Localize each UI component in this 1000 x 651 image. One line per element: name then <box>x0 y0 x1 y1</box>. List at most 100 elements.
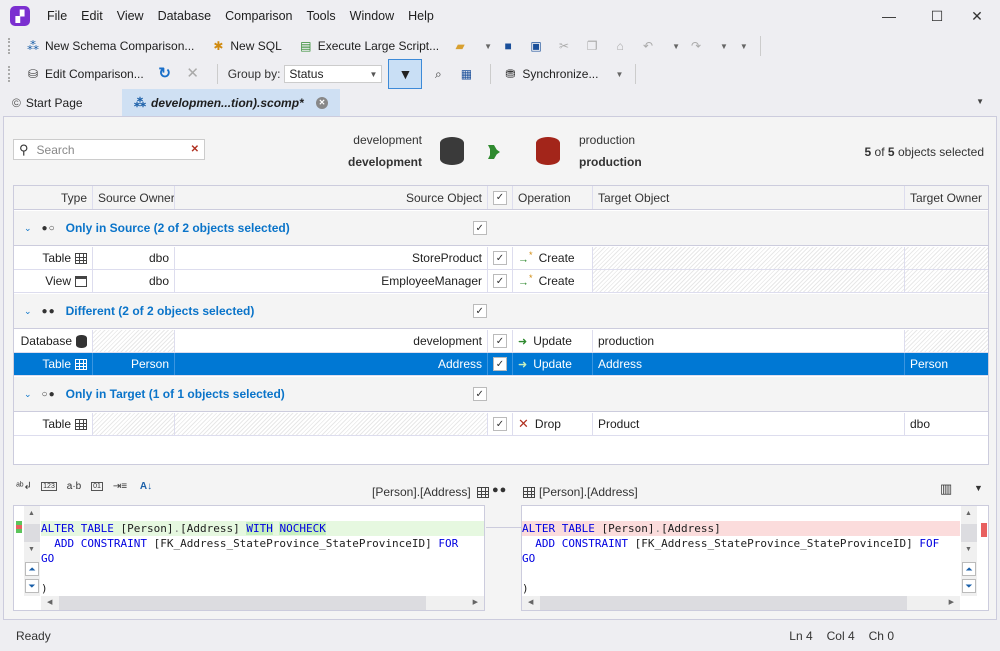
toolbar-grip[interactable] <box>8 38 12 54</box>
table-row[interactable]: Table dbo StoreProduct ✓ →* Create <box>14 247 988 270</box>
column-target-object[interactable]: Target Object <box>593 186 905 209</box>
edit-comparison-button[interactable]: ⛁ Edit Comparison... <box>20 62 149 86</box>
tab-start-page[interactable]: © Start Page <box>0 89 122 116</box>
group-only-in-target[interactable]: ⌄ ○● Only in Target (1 of 1 objects sele… <box>14 377 988 412</box>
filter-button[interactable]: ▼ <box>388 59 423 89</box>
group-checkbox[interactable]: ✓ <box>472 221 487 235</box>
row-checkbox[interactable]: ✓ <box>493 251 507 265</box>
column-operation[interactable]: Operation <box>513 186 593 209</box>
redo-dropdown-icon[interactable]: ▼ <box>720 42 728 51</box>
redo-button[interactable]: ↷ <box>686 34 710 58</box>
indent-icon[interactable]: ⇥≡ <box>111 481 129 492</box>
menu-view[interactable]: View <box>110 0 151 32</box>
menu-tools[interactable]: Tools <box>299 0 342 32</box>
scroll-right-icon[interactable]: ▶ <box>949 598 954 606</box>
table-row-selected[interactable]: Table Person Address ✓ ➜ Update Address P… <box>14 353 988 376</box>
execute-large-script-button[interactable]: ▤ Execute Large Script... <box>293 34 444 58</box>
row-checkbox[interactable]: ✓ <box>493 417 507 431</box>
group-checkbox[interactable]: ✓ <box>472 387 487 401</box>
stop-button[interactable]: ✕ <box>183 62 207 86</box>
binary-icon[interactable]: 01 <box>91 482 103 491</box>
close-tab-icon[interactable]: ✕ <box>316 96 328 109</box>
close-window-button[interactable]: ✕ <box>954 0 1000 32</box>
scroll-down-icon[interactable]: ▼ <box>28 546 35 553</box>
next-difference-button[interactable]: ⏷ <box>962 579 976 593</box>
row-checkbox[interactable]: ✓ <box>493 357 507 371</box>
copy-button[interactable]: ❐ <box>582 34 606 58</box>
new-sql-button[interactable]: ✱ New SQL <box>205 34 286 58</box>
word-wrap-icon[interactable]: ᵃᵇ↲ <box>15 481 33 492</box>
clear-search-icon[interactable]: ✕ <box>191 144 199 155</box>
undo-button[interactable]: ↶ <box>638 34 662 58</box>
open-file-button[interactable]: ▰ <box>450 34 474 58</box>
scroll-thumb[interactable] <box>59 596 426 610</box>
column-source-object[interactable]: Source Object <box>175 186 488 209</box>
toolbar-grip[interactable] <box>8 66 12 82</box>
menu-file[interactable]: File <box>40 0 74 32</box>
open-dropdown-icon[interactable]: ▼ <box>484 42 492 51</box>
next-difference-button[interactable]: ⏷ <box>25 579 39 593</box>
refresh-button[interactable]: ↻ <box>155 62 179 86</box>
menu-edit[interactable]: Edit <box>74 0 110 32</box>
collapse-group-icon[interactable]: ⌄ <box>24 389 32 400</box>
find-objects-button[interactable]: ⌕ <box>428 62 452 86</box>
menu-help[interactable]: Help <box>401 0 441 32</box>
tabs-overflow-icon[interactable]: ▼ <box>976 97 984 106</box>
left-horizontal-scrollbar[interactable]: ◀ ▶ <box>41 596 484 610</box>
show-whitespace-icon[interactable]: a·b <box>65 481 83 492</box>
scroll-thumb[interactable] <box>961 524 977 542</box>
layout-toggle-icon[interactable]: ▥ <box>940 481 952 497</box>
group-checkbox[interactable]: ✓ <box>472 304 487 318</box>
scroll-thumb[interactable] <box>540 596 907 610</box>
line-numbers-icon[interactable]: 123 <box>41 482 57 491</box>
menu-comparison[interactable]: Comparison <box>218 0 299 32</box>
scroll-right-icon[interactable]: ▶ <box>473 598 478 606</box>
app-logo-icon[interactable]: ▞ <box>10 6 30 26</box>
table-row[interactable]: View dbo EmployeeManager ✓ →* Create <box>14 270 988 293</box>
menu-database[interactable]: Database <box>151 0 219 32</box>
group-by-select[interactable]: Status ▼ <box>284 65 383 83</box>
scroll-down-icon[interactable]: ▼ <box>965 546 972 553</box>
search-input[interactable]: ⚲ Search ✕ <box>13 139 205 160</box>
scroll-up-icon[interactable]: ▲ <box>28 510 35 517</box>
table-row[interactable]: Table ✓ ✕ Drop Product dbo <box>14 413 988 436</box>
paste-button[interactable]: ⌂ <box>610 34 634 58</box>
scroll-left-icon[interactable]: ◀ <box>47 598 52 606</box>
select-all-checkbox[interactable]: ✓ <box>493 190 507 205</box>
new-schema-comparison-button[interactable]: ⁂ New Schema Comparison... <box>20 34 199 58</box>
right-horizontal-scrollbar[interactable]: ◀ ▶ <box>522 596 960 610</box>
column-type[interactable]: Type <box>14 186 93 209</box>
scroll-up-icon[interactable]: ▲ <box>965 510 972 517</box>
collapse-group-icon[interactable]: ⌄ <box>24 306 32 317</box>
undo-dropdown-icon[interactable]: ▼ <box>672 42 680 51</box>
minimize-button[interactable]: — <box>866 0 912 32</box>
column-select-all[interactable]: ✓ <box>488 186 513 209</box>
scroll-thumb[interactable] <box>24 524 40 542</box>
sort-az-icon[interactable]: A↓ <box>137 481 155 492</box>
synchronize-button[interactable]: ⛃ Synchronize... <box>497 62 603 86</box>
diff-options-dropdown-icon[interactable]: ▼ <box>974 483 983 493</box>
collapse-group-icon[interactable]: ⌄ <box>24 223 32 234</box>
column-source-owner[interactable]: Source Owner <box>93 186 175 209</box>
table-row[interactable]: Database development ✓ ➜ Update productio… <box>14 330 988 353</box>
menu-window[interactable]: Window <box>343 0 401 32</box>
target-script-editor[interactable]: ALTER TABLE [Person].[Address] ADD CONST… <box>521 505 989 611</box>
toolbar-overflow-icon[interactable]: ▼ <box>740 42 748 51</box>
column-target-owner[interactable]: Target Owner <box>905 186 988 209</box>
scroll-left-icon[interactable]: ◀ <box>528 598 533 606</box>
row-checkbox[interactable]: ✓ <box>493 334 507 348</box>
right-vertical-scrollbar[interactable]: ▲ ▼ ⏶ ⏷ <box>961 506 977 596</box>
previous-difference-button[interactable]: ⏶ <box>962 562 976 576</box>
save-all-button[interactable]: ▣ <box>526 34 550 58</box>
previous-difference-button[interactable]: ⏶ <box>25 562 39 576</box>
left-vertical-scrollbar[interactable]: ▲ ▼ ⏶ ⏷ <box>24 506 40 596</box>
source-script-editor[interactable]: ▲ ▼ ⏶ ⏷ ALTER TABLE [Person].[Address] W… <box>13 505 485 611</box>
cut-button[interactable]: ✂ <box>554 34 578 58</box>
save-button[interactable]: ■ <box>498 34 522 58</box>
synchronize-dropdown-icon[interactable]: ▼ <box>615 70 623 79</box>
report-button[interactable]: ▦ <box>456 62 480 86</box>
row-checkbox[interactable]: ✓ <box>493 274 507 288</box>
group-different[interactable]: ⌄ ●● Different (2 of 2 objects selected)… <box>14 294 988 329</box>
tab-comparison[interactable]: ⁂ developmen...tion).scomp* ✕ <box>122 89 340 116</box>
group-only-in-source[interactable]: ⌄ ●○ Only in Source (2 of 2 objects sele… <box>14 211 988 246</box>
